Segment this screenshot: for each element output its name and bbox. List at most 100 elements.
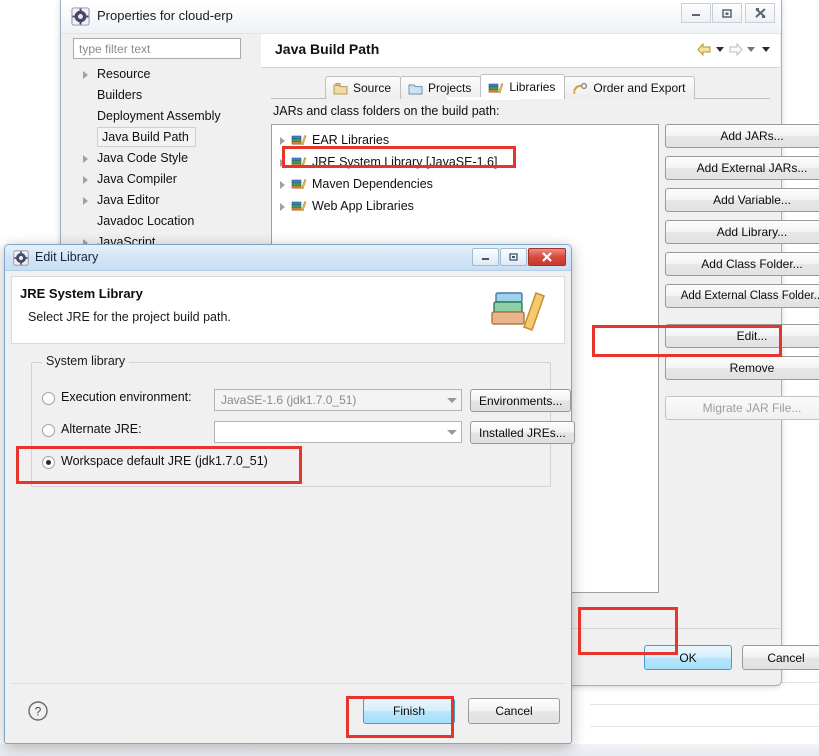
sidebar-item-javadoc-location[interactable]: Javadoc Location <box>75 211 255 232</box>
back-dropdown-icon[interactable] <box>716 47 724 52</box>
add-jars-button[interactable]: Add JARs... <box>665 124 819 148</box>
screen: Properties for cloud-erp type filter tex… <box>0 0 819 756</box>
chevron-right-icon <box>280 203 285 211</box>
forward-arrow-icon[interactable] <box>727 42 744 57</box>
sidebar-item-java-code-style[interactable]: Java Code Style <box>75 148 255 169</box>
library-action-buttons: Add JARs... Add External JARs... Add Var… <box>665 124 819 428</box>
forward-dropdown-icon[interactable] <box>747 47 755 52</box>
add-library-button[interactable]: Add Library... <box>665 220 819 244</box>
button-label: Environments... <box>479 393 563 408</box>
sidebar-item-label: Java Compiler <box>97 172 177 186</box>
edit-button[interactable]: Edit... <box>665 324 819 348</box>
cancel-button[interactable]: Cancel <box>742 645 819 670</box>
sidebar-item-builders[interactable]: Builders <box>75 85 255 106</box>
chevron-down-icon <box>447 430 457 435</box>
list-item-label: JRE System Library [JavaSE-1.6] <box>312 155 498 169</box>
tab-libraries[interactable]: Libraries <box>480 74 566 99</box>
order-export-icon <box>573 82 588 94</box>
sidebar-item-resource[interactable]: Resource <box>75 64 255 85</box>
minimize-button[interactable] <box>681 3 711 23</box>
help-question-icon[interactable]: ? <box>27 700 49 722</box>
button-label: Migrate JAR File... <box>702 401 802 415</box>
list-item-maven-dependencies[interactable]: Maven Dependencies <box>272 173 658 195</box>
button-label: Add Class Folder... <box>701 257 803 271</box>
sidebar-item-label: Java Build Path <box>102 130 189 144</box>
chevron-down-icon <box>447 398 457 403</box>
tab-source[interactable]: Source <box>325 76 402 99</box>
combo-value: JavaSE-1.6 (jdk1.7.0_51) <box>221 393 357 407</box>
button-label: Installed JREs... <box>479 425 566 440</box>
close-button[interactable] <box>528 248 566 266</box>
maximize-button[interactable] <box>712 3 742 23</box>
source-folder-icon <box>333 82 348 94</box>
edit-library-title-text: Edit Library <box>35 250 99 264</box>
button-label: Add External Class Folder... <box>680 290 819 302</box>
button-label: Cancel <box>495 704 533 718</box>
maximize-button[interactable] <box>500 248 527 266</box>
tab-label: Order and Export <box>593 81 686 95</box>
tab-order-and-export[interactable]: Order and Export <box>564 76 696 99</box>
chevron-right-icon <box>83 176 88 184</box>
sidebar-item-label: Java Editor <box>97 193 160 207</box>
edit-library-window-buttons <box>472 248 566 266</box>
button-label: Finish <box>392 704 425 718</box>
remove-button[interactable]: Remove <box>665 356 819 380</box>
chevron-right-icon <box>83 155 88 163</box>
sidebar-item-label: Resource <box>97 67 151 81</box>
libraries-books-icon <box>489 82 504 93</box>
list-item-ear-libraries[interactable]: EAR Libraries <box>272 129 658 151</box>
button-label: Cancel <box>767 650 805 665</box>
edit-library-header: JRE System Library Select JRE for the pr… <box>11 276 565 344</box>
add-variable-button[interactable]: Add Variable... <box>665 188 819 212</box>
execution-environment-combo[interactable]: JavaSE-1.6 (jdk1.7.0_51) <box>214 389 462 411</box>
projects-folder-icon <box>408 84 423 94</box>
sidebar-item-label: Builders <box>97 88 143 102</box>
execution-environment-label: Execution environment: <box>61 390 192 404</box>
edit-library-body: System library Execution environment: Ja… <box>11 346 575 681</box>
chevron-right-icon <box>280 137 285 145</box>
list-item-jre-system-library[interactable]: JRE System Library [JavaSE-1.6] <box>272 151 658 173</box>
add-external-class-folder-button[interactable]: Add External Class Folder... <box>665 284 819 308</box>
view-menu-icon[interactable] <box>762 47 770 52</box>
minimize-button[interactable] <box>472 248 499 266</box>
workspace-default-jre-radio[interactable] <box>42 456 55 469</box>
list-item-label: Maven Dependencies <box>312 177 433 191</box>
execution-environment-row: Execution environment: JavaSE-1.6 (jdk1.… <box>42 389 572 412</box>
filter-input[interactable]: type filter text <box>73 38 241 59</box>
sidebar-item-deployment-assembly[interactable]: Deployment Assembly <box>75 106 255 127</box>
workspace-default-jre-label: Workspace default JRE (jdk1.7.0_51) <box>61 454 268 468</box>
library-books-icon <box>291 201 307 212</box>
back-arrow-icon[interactable] <box>696 42 713 57</box>
edit-library-titlebar: Edit Library <box>5 245 571 271</box>
gear-icon <box>71 7 90 26</box>
button-label: OK <box>679 650 697 665</box>
list-item-web-app-libraries[interactable]: Web App Libraries <box>272 195 658 217</box>
library-books-icon <box>291 157 307 168</box>
edit-library-footer: ? Finish Cancel <box>11 683 565 737</box>
background-status-bar <box>0 744 819 756</box>
close-button[interactable] <box>745 3 775 23</box>
cancel-button[interactable]: Cancel <box>468 698 560 724</box>
sidebar-item-java-compiler[interactable]: Java Compiler <box>75 169 255 190</box>
chevron-right-icon <box>83 71 88 79</box>
ok-button[interactable]: OK <box>644 645 732 670</box>
button-label: Edit... <box>736 329 768 343</box>
sidebar-item-java-editor[interactable]: Java Editor <box>75 190 255 211</box>
page-title: Java Build Path <box>275 41 380 57</box>
sidebar-item-label: Javadoc Location <box>97 214 195 228</box>
alternate-jre-combo[interactable] <box>214 421 462 443</box>
svg-text:?: ? <box>35 705 42 719</box>
alternate-jre-radio[interactable] <box>42 424 55 437</box>
tab-label: Projects <box>428 81 472 95</box>
chevron-right-icon <box>280 181 285 189</box>
properties-titlebar: Properties for cloud-erp <box>61 0 781 34</box>
system-library-group: System library Execution environment: Ja… <box>31 354 575 487</box>
add-class-folder-button[interactable]: Add Class Folder... <box>665 252 819 276</box>
tab-projects[interactable]: Projects <box>400 76 482 99</box>
add-external-jars-button[interactable]: Add External JARs... <box>665 156 819 180</box>
finish-button[interactable]: Finish <box>363 698 455 724</box>
execution-environment-radio[interactable] <box>42 392 55 405</box>
sidebar-item-java-build-path[interactable]: Java Build Path <box>97 127 196 147</box>
environments-button[interactable]: Environments... <box>470 389 572 412</box>
installed-jres-button[interactable]: Installed JREs... <box>470 421 575 444</box>
